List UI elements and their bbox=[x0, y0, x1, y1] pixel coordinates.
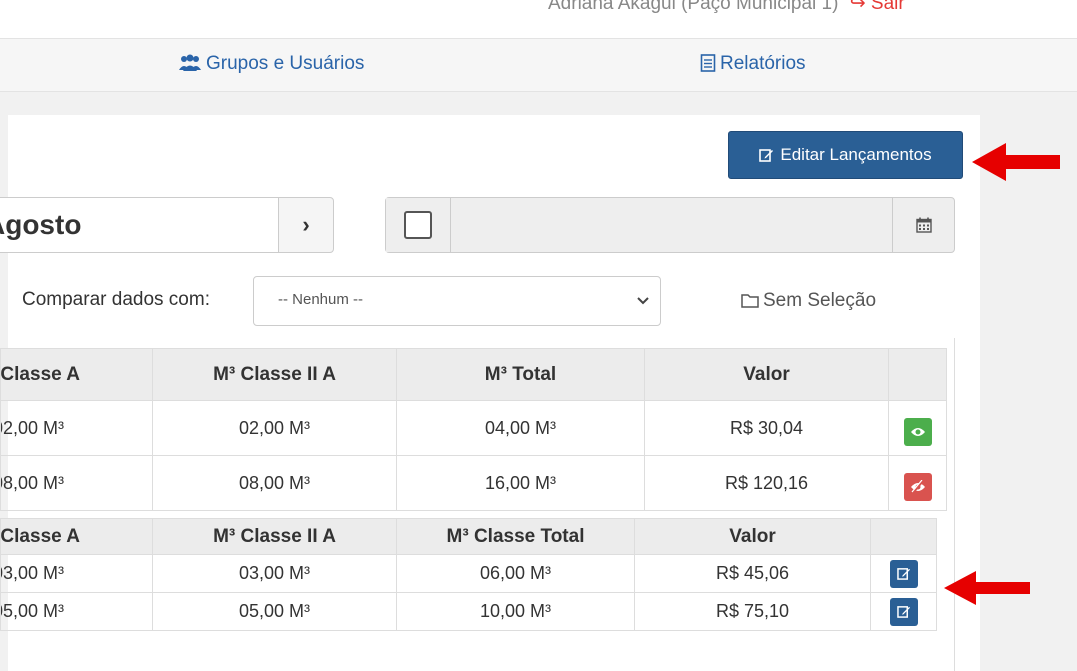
chevron-down-icon bbox=[637, 297, 649, 305]
nav-reports-label: Relatórios bbox=[720, 53, 806, 74]
table-cell: 08,00 M³ bbox=[152, 455, 397, 511]
table-cell: 10,00 M³ bbox=[396, 592, 635, 631]
edit-icon bbox=[896, 606, 910, 618]
nav-reports[interactable]: Relatórios bbox=[700, 53, 806, 75]
table-cell: 03,00 M³ bbox=[152, 554, 397, 593]
column-header: M³ Classe A bbox=[0, 348, 153, 401]
column-header: M³ Total bbox=[396, 348, 645, 401]
eye-icon bbox=[910, 428, 925, 436]
table-cell: 16,00 M³ bbox=[396, 455, 645, 511]
column-header: M³ Classe II A bbox=[152, 348, 397, 401]
column-header: M³ Classe Total bbox=[396, 518, 635, 555]
table-cell-action bbox=[870, 592, 937, 631]
table-cell: 08,00 M³ bbox=[0, 455, 153, 511]
view-button[interactable] bbox=[903, 418, 932, 446]
users-icon bbox=[179, 54, 201, 71]
table-cell: 04,00 M³ bbox=[396, 400, 645, 456]
table-cell: 02,00 M³ bbox=[152, 400, 397, 456]
compare-select[interactable]: -- Nenhum -- bbox=[253, 276, 661, 326]
logout-link[interactable]: ↪ Sair bbox=[850, 0, 905, 14]
column-header: M³ Classe A bbox=[0, 518, 153, 555]
table-cell-action bbox=[888, 455, 947, 511]
edit-row-button[interactable] bbox=[889, 559, 918, 588]
selection-status[interactable]: Sem Seleção bbox=[741, 290, 876, 312]
edit-row-button[interactable] bbox=[889, 597, 918, 626]
column-header-actions bbox=[888, 348, 947, 401]
annotation-arrow-icon bbox=[944, 571, 1030, 605]
chevron-right-icon: › bbox=[302, 212, 310, 237]
table-cell: 05,00 M³ bbox=[152, 592, 397, 631]
edit-entries-button[interactable]: Editar Lançamentos bbox=[728, 131, 963, 179]
compare-label: Comparar dados com: bbox=[22, 289, 210, 310]
column-header: Valor bbox=[644, 348, 889, 401]
logout-icon: ↪ bbox=[849, 0, 866, 14]
file-text-icon bbox=[700, 54, 716, 72]
compare-selected-value: -- Nenhum -- bbox=[278, 291, 364, 308]
eye-slash-icon bbox=[910, 480, 925, 494]
column-header-actions bbox=[870, 518, 937, 555]
calendar-icon bbox=[916, 217, 932, 233]
edit-icon bbox=[896, 568, 910, 580]
folder-icon bbox=[741, 294, 759, 308]
selection-status-label: Sem Seleção bbox=[763, 290, 877, 311]
table-cell: 03,00 M³ bbox=[0, 554, 153, 593]
table-header-row: M³ Classe A M³ Classe II A M³ Total Valo… bbox=[0, 348, 947, 401]
table-cell-action bbox=[888, 400, 947, 456]
table-cell: R$ 120,16 bbox=[644, 455, 889, 511]
column-header: M³ Classe II A bbox=[152, 518, 397, 555]
main-nav: Grupos e Usuários Relatórios bbox=[0, 38, 1077, 92]
next-month-button[interactable]: › bbox=[278, 197, 334, 253]
table-header-row: M³ Classe A M³ Classe II A M³ Classe Tot… bbox=[0, 518, 937, 555]
table-cell: R$ 30,04 bbox=[644, 400, 889, 456]
edit-entries-label: Editar Lançamentos bbox=[780, 145, 932, 164]
date-filter bbox=[385, 197, 955, 253]
user-info: Adriana Akagui (Paço Municipal 1) ↪ Sair bbox=[548, 0, 905, 15]
summary-table: M³ Classe A M³ Classe II A M³ Total Valo… bbox=[0, 348, 947, 511]
date-filter-checkbox[interactable] bbox=[404, 211, 432, 239]
table-cell: 06,00 M³ bbox=[396, 554, 635, 593]
calendar-button[interactable] bbox=[892, 198, 955, 252]
table-cell: R$ 75,10 bbox=[634, 592, 871, 631]
table-container-border bbox=[954, 338, 955, 671]
column-header: Valor bbox=[634, 518, 871, 555]
edit-icon bbox=[759, 149, 774, 162]
nav-groups-users[interactable]: Grupos e Usuários bbox=[178, 53, 364, 75]
annotation-arrow-icon bbox=[972, 143, 1060, 181]
logout-label: Sair bbox=[870, 0, 905, 14]
date-input[interactable] bbox=[451, 198, 892, 252]
table-row: 02,00 M³ 02,00 M³ 04,00 M³ R$ 30,04 bbox=[0, 400, 947, 456]
table-row: 03,00 M³ 03,00 M³ 06,00 M³ R$ 45,06 bbox=[0, 554, 937, 593]
table-row: 05,00 M³ 05,00 M³ 10,00 M³ R$ 75,10 bbox=[0, 592, 937, 631]
month-display: Agosto bbox=[0, 197, 280, 253]
table-cell: R$ 45,06 bbox=[634, 554, 871, 593]
top-bar: Adriana Akagui (Paço Municipal 1) ↪ Sair bbox=[0, 0, 1077, 38]
date-check-addon bbox=[386, 198, 451, 252]
hide-button[interactable] bbox=[903, 473, 932, 501]
detail-table: M³ Classe A M³ Classe II A M³ Classe Tot… bbox=[0, 518, 937, 631]
table-cell-action bbox=[870, 554, 937, 593]
table-cell: 05,00 M³ bbox=[0, 592, 153, 631]
table-cell: 02,00 M³ bbox=[0, 400, 153, 456]
month-label: Agosto bbox=[0, 209, 82, 240]
nav-groups-label: Grupos e Usuários bbox=[206, 53, 365, 74]
user-name: Adriana Akagui (Paço Municipal 1) bbox=[548, 0, 839, 14]
table-row: 08,00 M³ 08,00 M³ 16,00 M³ R$ 120,16 bbox=[0, 455, 947, 511]
